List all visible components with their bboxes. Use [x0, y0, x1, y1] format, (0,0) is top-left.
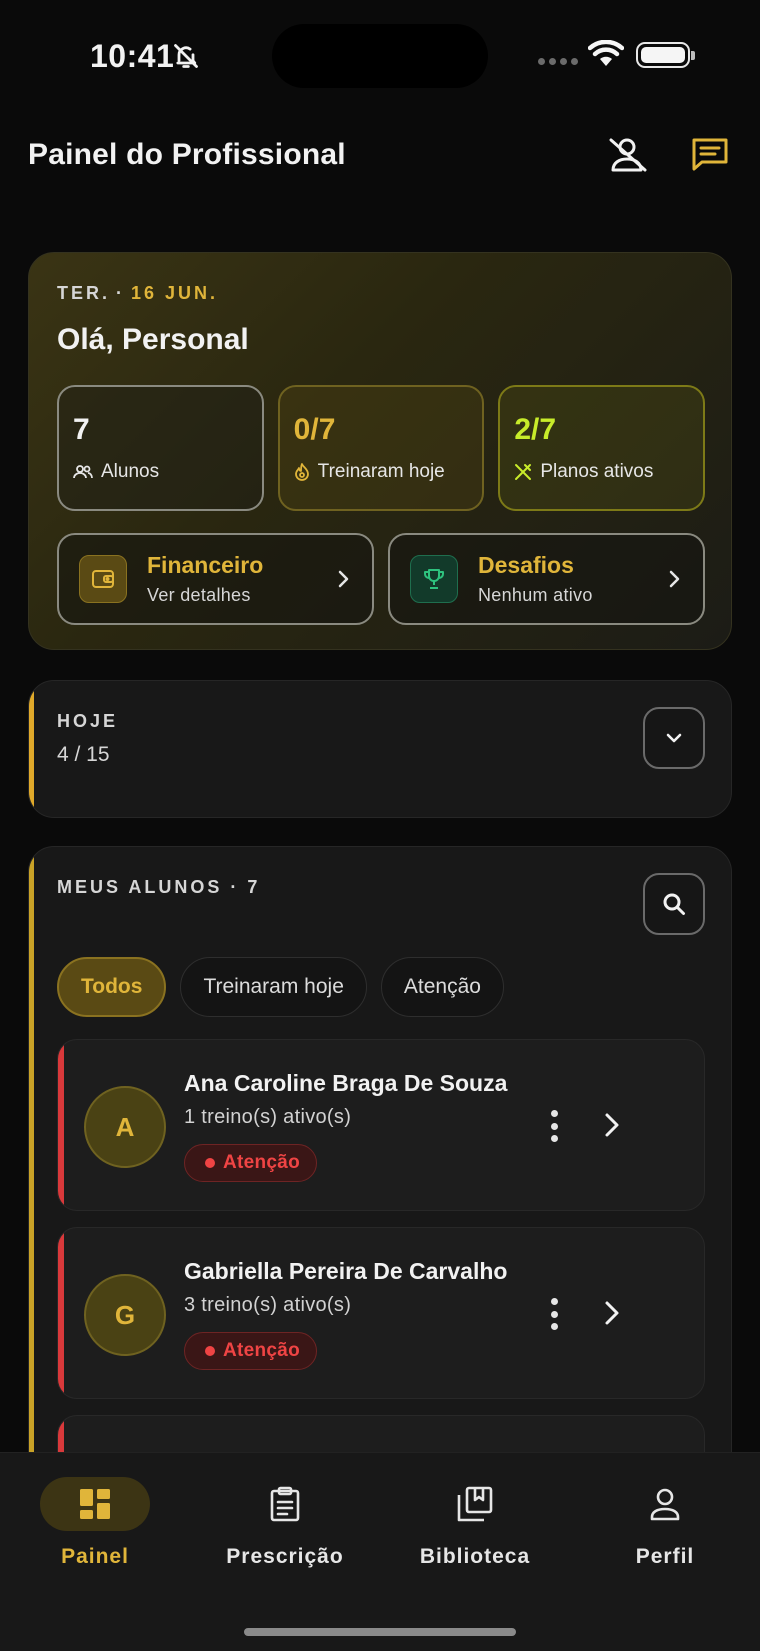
student-workouts: 3 treino(s) ativo(s) [184, 1294, 352, 1316]
date-text: 16 JUN. [131, 283, 219, 303]
filter-trained-today[interactable]: Treinaram hoje [180, 957, 367, 1017]
dynamic-island [272, 24, 488, 88]
nav-item-painel[interactable]: Painel [10, 1477, 180, 1569]
chevron-right-icon [669, 570, 680, 588]
chevron-right-icon [338, 570, 349, 588]
financial-card[interactable]: Financeiro Ver detalhes [57, 533, 374, 625]
financial-title: Financeiro [147, 552, 264, 578]
status-text: Atenção [223, 1340, 301, 1361]
search-button[interactable] [643, 873, 705, 935]
message-icon [692, 138, 728, 171]
nav-label: Painel [61, 1545, 129, 1568]
status-text: Atenção [223, 1152, 301, 1173]
library-icon [457, 1486, 493, 1522]
status-badge: Atenção [184, 1144, 318, 1182]
wallet-icon [79, 555, 127, 603]
date-separator: · [116, 283, 126, 303]
today-count: 4 / 15 [57, 743, 110, 766]
avatar: G [84, 1274, 166, 1356]
stat-label: Alunos [101, 461, 160, 482]
user-off-button[interactable] [606, 133, 650, 177]
nav-item-biblioteca[interactable]: Biblioteca [390, 1477, 560, 1569]
page-title: Painel do Profissional [28, 138, 346, 171]
filter-attention[interactable]: Atenção [380, 957, 504, 1017]
today-card: HOJE 4 / 15 [28, 680, 732, 818]
student-row[interactable]: G Gabriella Pereira De Carvalho 3 treino… [57, 1227, 705, 1399]
app-header: Painel do Profissional [28, 130, 732, 180]
stat-label: Treinaram hoje [317, 461, 445, 482]
status-time: 10:41 [90, 38, 175, 74]
more-options-button[interactable] [542, 1106, 566, 1146]
financial-subtitle: Ver detalhes [147, 585, 251, 605]
nav-label: Biblioteca [419, 1545, 531, 1568]
stat-value: 7 [73, 413, 90, 446]
battery-icon [636, 42, 695, 68]
stat-label: Planos ativos [540, 461, 654, 482]
chevron-right-icon[interactable] [602, 1298, 622, 1328]
stat-value: 2/7 [514, 413, 557, 446]
greeting: Olá, Personal [57, 323, 249, 356]
avatar: A [84, 1086, 166, 1168]
accent-bar [29, 681, 34, 817]
stat-students[interactable]: 7 Alunos [57, 385, 264, 511]
stats-row: 7 Alunos 0/7 Treinaram hoje 2/7 Planos a… [57, 385, 706, 511]
challenges-subtitle: Nenhum ativo [478, 585, 593, 605]
attention-bar [58, 1040, 64, 1210]
weekday-text: TER. [57, 283, 111, 303]
flame-icon [294, 463, 309, 481]
expand-button[interactable] [643, 707, 705, 769]
student-workouts: 1 treino(s) ativo(s) [184, 1106, 352, 1128]
trophy-icon [410, 555, 458, 603]
user-off-icon [609, 138, 647, 172]
nav-item-perfil[interactable]: Perfil [580, 1477, 750, 1569]
nav-label: Prescrição [226, 1545, 344, 1568]
stat-trained-today[interactable]: 0/7 Treinaram hoje [277, 385, 485, 511]
student-row[interactable]: A Ana Caroline Braga De Souza 1 treino(s… [57, 1039, 705, 1211]
silent-bell-icon [174, 44, 198, 68]
status-badge: Atenção [184, 1332, 318, 1370]
chevron-right-icon[interactable] [602, 1110, 622, 1140]
student-name: Ana Caroline Braga De Souza [184, 1070, 508, 1096]
messages-button[interactable] [688, 133, 732, 177]
home-indicator[interactable] [244, 1628, 516, 1636]
attention-bar [58, 1228, 64, 1398]
filter-all[interactable]: Todos [57, 957, 167, 1017]
nav-label: Perfil [635, 1545, 695, 1568]
filter-chips: Todos Treinaram hoje Atenção [57, 957, 504, 1017]
chevron-down-icon [666, 733, 682, 743]
today-title: HOJE [57, 711, 119, 731]
utensils-icon [515, 464, 532, 480]
stat-active-plans[interactable]: 2/7 Planos ativos [498, 385, 706, 511]
summary-card: TER. · 16 JUN. Olá, Personal 7 Alunos 0/7 … [28, 252, 732, 650]
wifi-icon [588, 40, 624, 66]
search-icon [663, 893, 685, 915]
bottom-nav: Painel Prescrição Biblioteca Perfil [0, 1452, 760, 1651]
nav-item-prescricao[interactable]: Prescrição [200, 1477, 370, 1569]
more-options-button[interactable] [542, 1294, 566, 1334]
status-bar: 10:41 [0, 0, 760, 110]
signal-icon [538, 58, 578, 65]
challenges-card[interactable]: Desafios Nenhum ativo [388, 533, 705, 625]
dashboard-icon [80, 1489, 110, 1519]
student-name: Gabriella Pereira De Carvalho [184, 1258, 508, 1284]
users-icon [73, 465, 93, 479]
date-label: TER. · 16 JUN. [57, 283, 218, 304]
clipboard-icon [270, 1486, 300, 1522]
quick-links: Financeiro Ver detalhes Desafios Nenhum … [57, 533, 705, 625]
stat-value: 0/7 [293, 413, 336, 446]
person-icon [650, 1488, 680, 1521]
challenges-title: Desafios [478, 552, 574, 578]
students-title: MEUS ALUNOS · 7 [57, 877, 261, 897]
